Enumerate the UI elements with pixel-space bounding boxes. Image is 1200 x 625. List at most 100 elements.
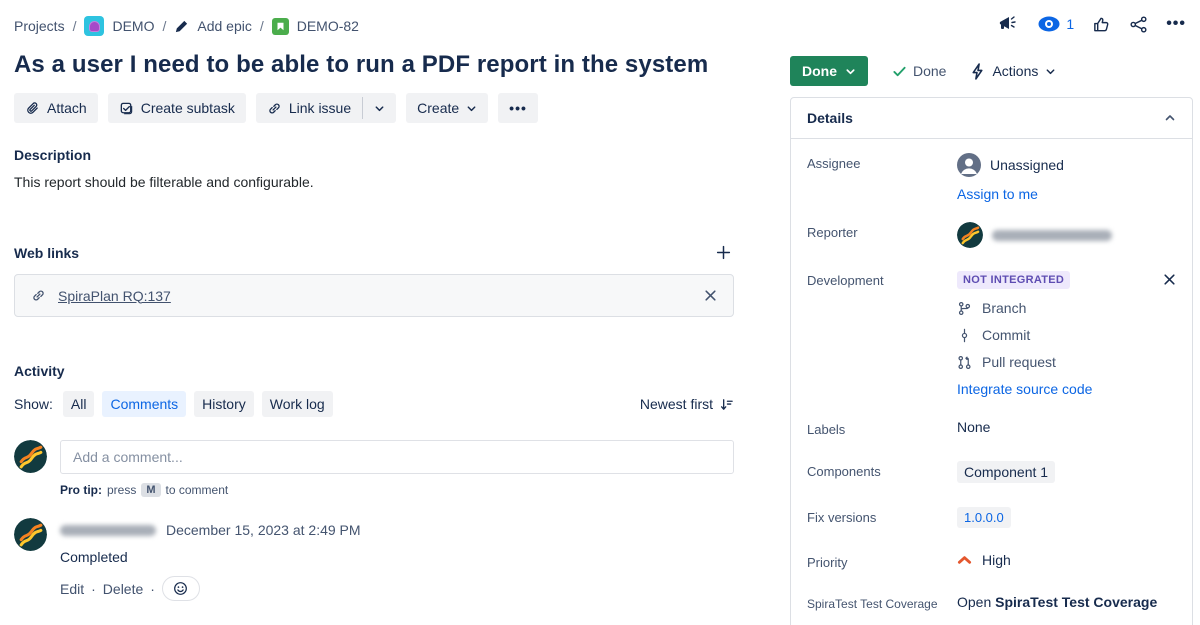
dev-pull-request-label: Pull request xyxy=(982,354,1056,370)
filter-history-button[interactable]: History xyxy=(194,391,254,417)
jira-issue-page: Projects / DEMO / Add epic / DEMO-82 As … xyxy=(0,0,1200,625)
comment-timestamp: December 15, 2023 at 2:49 PM xyxy=(166,522,361,538)
link-issue-label: Link issue xyxy=(289,100,351,116)
issue-title: As a user I need to be able to run a PDF… xyxy=(14,51,734,79)
link-issue-button[interactable]: Link issue xyxy=(256,93,362,123)
fix-versions-label: Fix versions xyxy=(807,507,957,525)
labels-label: Labels xyxy=(807,419,957,437)
add-reaction-button[interactable] xyxy=(162,576,200,601)
spiratest-coverage-link[interactable]: Open SpiraTest Test Coverage xyxy=(957,594,1176,610)
dev-branch-item[interactable]: Branch xyxy=(957,300,1163,316)
unassigned-avatar-icon xyxy=(957,153,981,177)
components-label: Components xyxy=(807,461,957,479)
component-chip[interactable]: Component 1 xyxy=(957,461,1055,483)
attach-label: Attach xyxy=(47,100,87,116)
assignee-label: Assignee xyxy=(807,153,957,171)
reporter-label: Reporter xyxy=(807,222,957,240)
dev-commit-item[interactable]: Commit xyxy=(957,327,1163,343)
filter-comments-button[interactable]: Comments xyxy=(102,391,186,417)
add-web-link-button[interactable] xyxy=(713,242,734,263)
emoji-smiley-icon xyxy=(173,581,188,596)
subtask-icon xyxy=(119,101,134,116)
breadcrumb-separator: / xyxy=(73,18,77,34)
sort-label: Newest first xyxy=(640,396,713,412)
priority-value[interactable]: High xyxy=(957,552,1176,568)
check-icon xyxy=(892,64,907,79)
attach-button[interactable]: Attach xyxy=(14,93,98,123)
keyboard-shortcut-m: M xyxy=(141,483,160,497)
filter-all-button[interactable]: All xyxy=(63,391,95,417)
lightning-icon xyxy=(970,63,985,80)
pull-request-icon xyxy=(957,355,972,370)
edit-pencil-icon xyxy=(174,19,189,34)
more-icon: ••• xyxy=(509,100,527,116)
comment-author-avatar xyxy=(14,518,47,551)
chevron-down-icon xyxy=(466,103,477,114)
breadcrumb-issue-key[interactable]: DEMO-82 xyxy=(297,18,359,34)
breadcrumb-project[interactable]: DEMO xyxy=(112,18,154,34)
create-subtask-button[interactable]: Create subtask xyxy=(108,93,246,123)
link-issue-dropdown-button[interactable] xyxy=(363,93,396,123)
field-priority: Priority High xyxy=(807,552,1176,570)
create-subtask-label: Create subtask xyxy=(141,100,235,116)
chevron-down-icon xyxy=(845,66,856,77)
status-dropdown-button[interactable]: Done xyxy=(790,56,868,86)
main-column: Projects / DEMO / Add epic / DEMO-82 As … xyxy=(14,0,734,601)
assignee-value[interactable]: Unassigned xyxy=(957,153,1176,177)
dev-branch-label: Branch xyxy=(982,300,1026,316)
dev-commit-label: Commit xyxy=(982,327,1030,343)
integrate-source-code-link[interactable]: Integrate source code xyxy=(957,381,1092,397)
comment-body: Completed xyxy=(60,549,361,565)
chevron-up-icon xyxy=(1164,112,1176,124)
web-link-card: SpiraPlan RQ:137 xyxy=(14,274,734,317)
details-column: Done Done Actions Details Assignee xyxy=(790,0,1193,625)
pro-tip-suffix: to comment xyxy=(166,483,229,497)
priority-label: Priority xyxy=(807,552,957,570)
details-panel-body: Assignee Unassigned Assign to me Reporte… xyxy=(791,139,1192,611)
details-panel-header[interactable]: Details xyxy=(791,98,1192,139)
resolution-indicator: Done xyxy=(892,63,946,79)
current-user-avatar xyxy=(14,440,47,473)
create-label: Create xyxy=(417,100,459,116)
web-links-header: Web links xyxy=(14,242,734,263)
more-actions-button[interactable]: ••• xyxy=(498,93,538,123)
comment-actions: Edit · Delete · xyxy=(60,576,361,601)
field-spiratest-coverage: SpiraTest Test Coverage Open SpiraTest T… xyxy=(807,594,1176,611)
activity-filter-bar: Show: All Comments History Work log Newe… xyxy=(14,391,734,417)
sort-order-button[interactable]: Newest first xyxy=(640,396,734,412)
labels-value[interactable]: None xyxy=(957,419,1176,435)
reporter-avatar xyxy=(957,222,983,248)
dismiss-development-button[interactable] xyxy=(1163,270,1176,286)
web-link-spiraplan[interactable]: SpiraPlan RQ:137 xyxy=(58,288,171,304)
activity-heading: Activity xyxy=(14,363,734,379)
filter-worklog-button[interactable]: Work log xyxy=(262,391,333,417)
resolution-label: Done xyxy=(913,63,946,79)
fix-version-chip[interactable]: 1.0.0.0 xyxy=(957,507,1011,528)
project-avatar-icon xyxy=(84,16,104,36)
comment-composer xyxy=(14,440,734,474)
comment-input[interactable] xyxy=(60,440,734,474)
remove-web-link-button[interactable] xyxy=(704,289,717,302)
git-branch-icon xyxy=(957,301,972,316)
plus-icon xyxy=(715,244,732,261)
status-label: Done xyxy=(802,63,837,79)
comment-delete-link[interactable]: Delete xyxy=(103,581,143,597)
create-button[interactable]: Create xyxy=(406,93,488,123)
pro-tip: Pro tip: press M to comment xyxy=(60,483,734,497)
description-body[interactable]: This report should be filterable and con… xyxy=(14,174,734,190)
breadcrumb-projects[interactable]: Projects xyxy=(14,18,65,34)
assign-to-me-link[interactable]: Assign to me xyxy=(957,186,1038,202)
pro-tip-press: press xyxy=(107,483,136,497)
show-label: Show: xyxy=(14,396,53,412)
breadcrumb-separator: / xyxy=(260,18,264,34)
spiratest-bold-text: SpiraTest Test Coverage xyxy=(995,594,1157,610)
actions-dropdown-button[interactable]: Actions xyxy=(970,63,1056,80)
comment-edit-link[interactable]: Edit xyxy=(60,581,84,597)
priority-high-icon xyxy=(957,554,972,566)
breadcrumb-add-epic[interactable]: Add epic xyxy=(197,18,251,34)
dev-pull-request-item[interactable]: Pull request xyxy=(957,354,1163,370)
development-label: Development xyxy=(807,270,957,288)
dot-separator: · xyxy=(150,581,155,597)
close-icon xyxy=(704,289,717,302)
pro-tip-bold: Pro tip: xyxy=(60,483,102,497)
